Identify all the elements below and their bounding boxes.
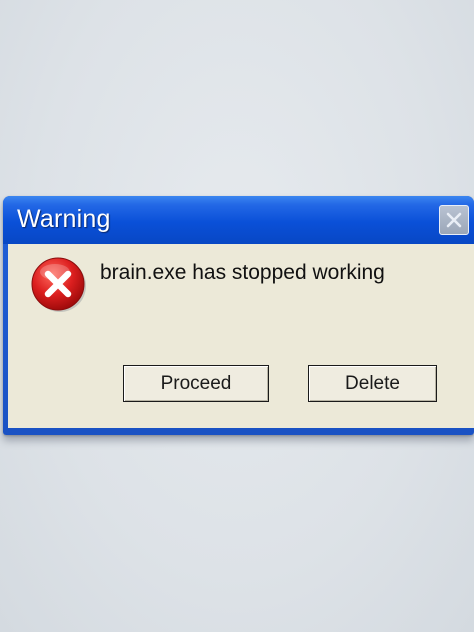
dialog-body: brain.exe has stopped working Proceed De… (8, 244, 474, 428)
delete-button[interactable]: Delete (308, 365, 437, 402)
title-bar[interactable]: Warning (3, 196, 474, 244)
dialog-title: Warning (17, 205, 111, 233)
warning-dialog: Warning brain.exe has stopped working Pr… (3, 196, 474, 435)
error-icon (31, 257, 86, 312)
error-message: brain.exe has stopped working (100, 261, 385, 284)
proceed-button[interactable]: Proceed (123, 365, 269, 402)
close-icon (446, 212, 462, 228)
close-button[interactable] (439, 205, 469, 235)
